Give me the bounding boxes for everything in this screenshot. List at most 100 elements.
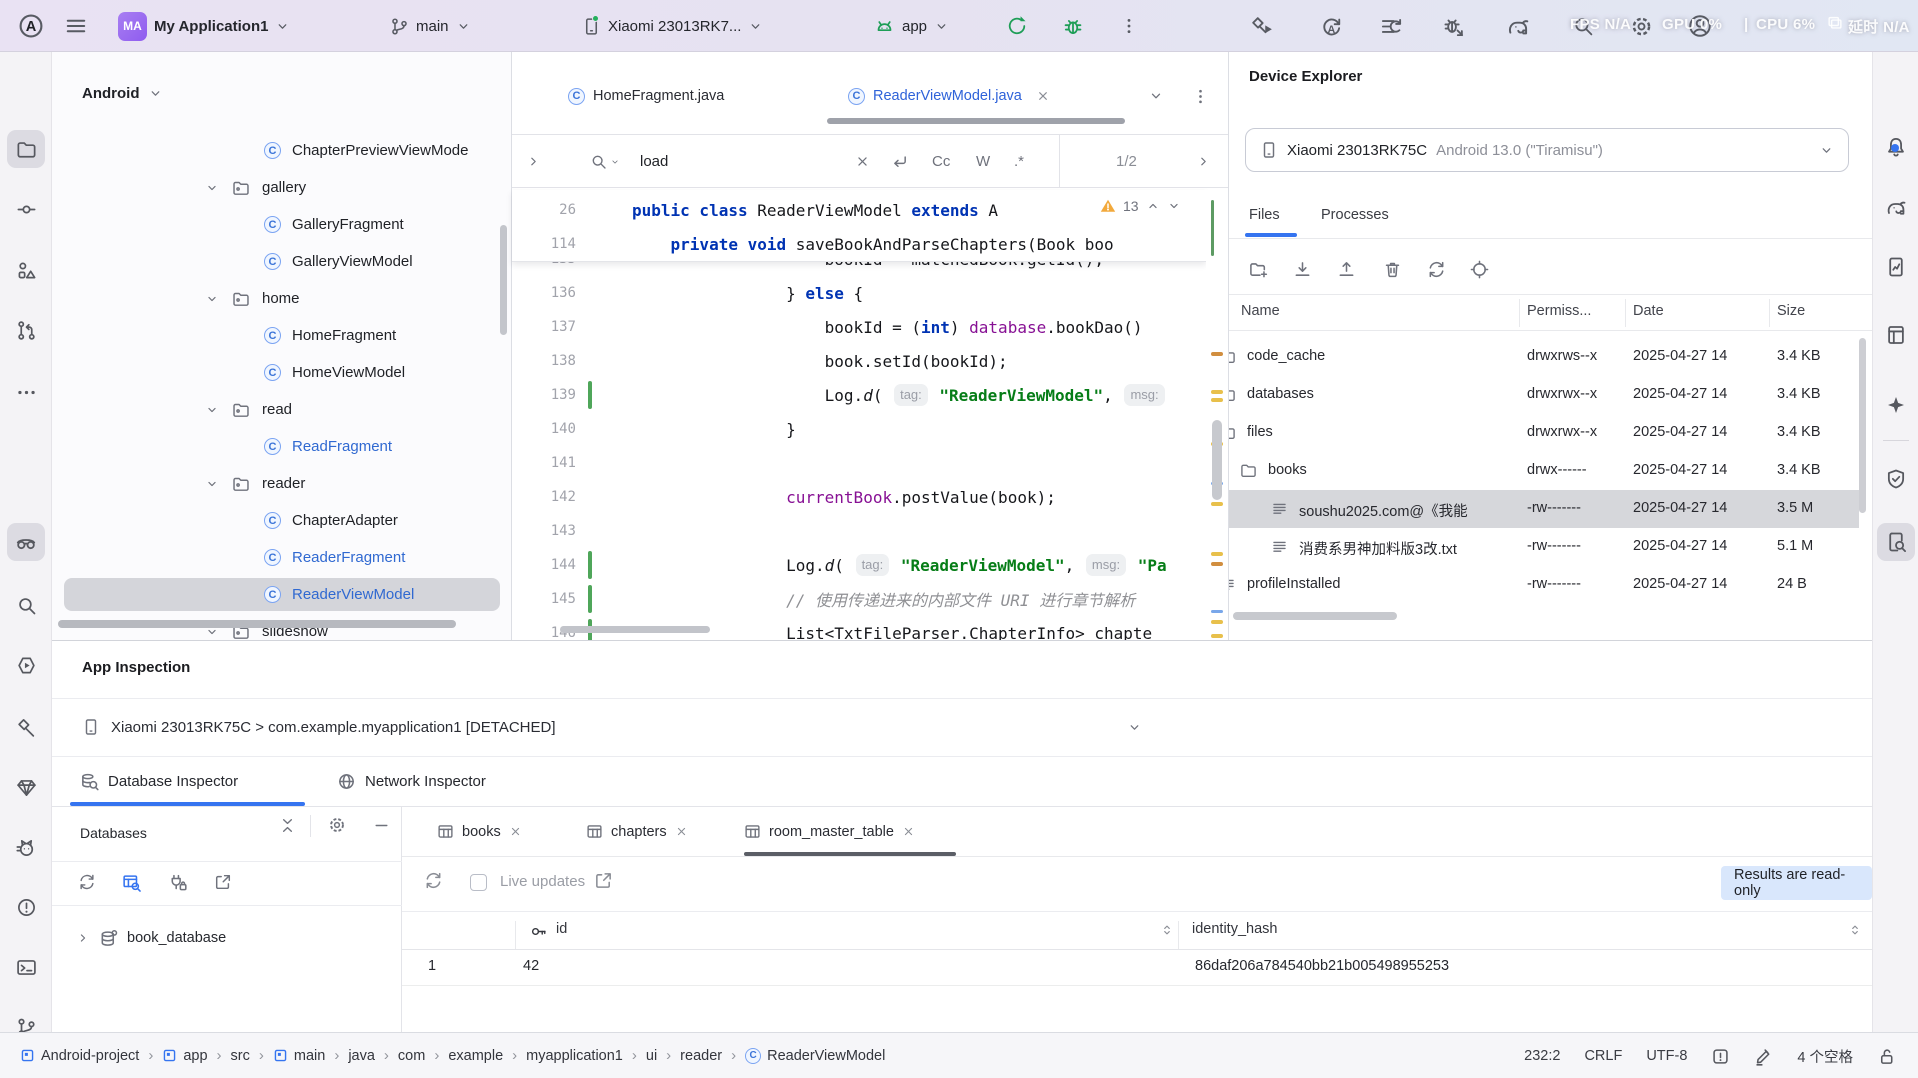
tree-item-readfragment[interactable]: CReadFragment [52,428,512,465]
find-expand-chevron[interactable] [526,135,541,188]
tree-item-readerfragment[interactable]: CReaderFragment [52,539,512,576]
find-next-button[interactable] [1196,135,1211,188]
sidebar-item-gradle[interactable] [1877,188,1915,226]
build-button[interactable] [1250,0,1273,52]
inspection-process-selector[interactable]: Xiaomi 23013RK75C > com.example.myapplic… [82,698,1142,756]
readonly-indicator-icon[interactable] [1711,1047,1730,1066]
tab-database-inspector[interactable]: Database Inspector [80,756,238,806]
keep-connections-button[interactable] [164,869,190,895]
export-button[interactable] [210,869,236,895]
next-problem-icon[interactable] [1167,199,1181,213]
sidebar-item-running-devices[interactable] [7,646,45,684]
column-permissions[interactable]: Permiss... [1527,303,1591,319]
breadcrumb-item-com[interactable]: com [398,1048,425,1064]
sort-icon[interactable] [1160,923,1174,937]
sort-icon[interactable] [1848,923,1862,937]
chevron-down-icon[interactable] [205,181,219,195]
prev-problem-icon[interactable] [1146,199,1160,213]
file-row-books[interactable]: booksdrwx------2025-04-27 143.4 KB [1229,452,1859,490]
main-menu-button[interactable] [64,0,88,52]
breadcrumb-item-src[interactable]: src [231,1048,250,1064]
hide-panel-button[interactable] [368,812,394,838]
sidebar-item-app-inspection[interactable] [7,523,45,561]
vcs-branch-widget[interactable]: main [390,0,471,52]
tree-item-chapterpreviewviewmode[interactable]: CChapterPreviewViewMode [52,132,512,169]
live-updates-checkbox[interactable] [470,874,487,891]
sidebar-item-device-explorer[interactable] [1877,523,1915,561]
sidebar-item-commit[interactable] [7,190,45,228]
grid-refresh-button[interactable] [424,871,443,890]
tree-item-galleryviewmodel[interactable]: CGalleryViewModel [52,243,512,280]
account-button[interactable] [1688,0,1712,52]
tree-item-gallery[interactable]: gallery [52,169,512,206]
tab-files[interactable]: Files [1249,195,1280,235]
more-run-actions-button[interactable] [1120,0,1138,52]
project-widget[interactable]: MA My Application1 [118,0,290,52]
notifications-button[interactable] [1877,128,1915,166]
close-icon[interactable] [675,825,688,838]
grid-export-button[interactable] [594,871,613,890]
breadcrumb-item-main[interactable]: main [273,1048,325,1064]
unlocked-icon[interactable] [1877,1047,1896,1066]
sidebar-item-find[interactable] [7,586,45,624]
find-regex-button[interactable]: .* [1014,135,1024,188]
grid-tab-chapters[interactable]: chapters [586,807,688,856]
sidebar-item-device-manager-right[interactable] [1877,248,1915,286]
sidebar-item-terminal[interactable] [7,948,45,986]
tree-item-galleryfragment[interactable]: CGalleryFragment [52,206,512,243]
column-size[interactable]: Size [1777,303,1805,319]
settings-button[interactable] [1630,0,1653,52]
project-horizontal-scrollbar[interactable] [58,620,456,628]
sidebar-item-more-tools[interactable] [7,373,45,411]
tree-item-chapteradapter[interactable]: CChapterAdapter [52,502,512,539]
breadcrumb-item-java[interactable]: java [348,1048,375,1064]
find-clear-button[interactable] [855,135,870,188]
device-explorer-device-selector[interactable]: Xiaomi 23013RK75C Android 13.0 ("Tiramis… [1245,128,1849,172]
breadcrumb-item-readerviewmodel[interactable]: CReaderViewModel [745,1048,885,1064]
column-date[interactable]: Date [1633,303,1664,319]
sidebar-item-play-policy[interactable] [1877,460,1915,498]
column-name[interactable]: Name [1241,303,1280,319]
tree-item-read[interactable]: read [52,391,512,428]
column-identity-hash[interactable]: identity_hash [1192,921,1277,937]
delete-button[interactable] [1377,254,1407,284]
project-vertical-scrollbar[interactable] [500,225,507,335]
file-row-code_cache[interactable]: code_cachedrwxrws--x2025-04-27 143.4 KB [1229,338,1859,376]
device-horizontal-scrollbar[interactable] [1233,612,1397,620]
find-multiline-toggle[interactable] [891,135,909,188]
editor-options-button[interactable] [1192,78,1209,114]
grid-row[interactable]: 1 42 86daf206a784540bb21b005498955253 [402,950,1872,985]
tab-network-inspector[interactable]: Network Inspector [337,756,486,806]
breadcrumb-item-myapplication1[interactable]: myapplication1 [526,1048,623,1064]
breadcrumb-item-ui[interactable]: ui [646,1048,657,1064]
caret-position[interactable]: 232:2 [1524,1048,1560,1064]
tree-item-home[interactable]: home [52,280,512,317]
breadcrumb-item-app[interactable]: app [162,1048,207,1064]
find-match-case-button[interactable]: Cc [932,135,950,188]
file-row-databases[interactable]: databasesdrwxrwx--x2025-04-27 143.4 KB [1229,376,1859,414]
grid-tab-books[interactable]: books [437,807,522,856]
file-row-files[interactable]: filesdrwxrwx--x2025-04-27 143.4 KB [1229,414,1859,452]
line-separator[interactable]: CRLF [1584,1048,1622,1064]
tabbar-scrollbar[interactable] [827,118,1125,124]
collapse-all-button[interactable] [274,812,300,838]
tab-readerviewmodel[interactable]: C ReaderViewModel.java [848,78,1050,114]
file-row-soushu2025.com@《我能[interactable]: soushu2025.com@《我能-rw-------2025-04-27 1… [1229,490,1859,528]
grid-tab-room-master-table[interactable]: room_master_table [744,807,915,856]
file-encoding[interactable]: UTF-8 [1646,1048,1687,1064]
run-query-button[interactable] [118,869,144,895]
db-refresh-button[interactable] [74,869,100,895]
sidebar-item-problems[interactable] [7,888,45,926]
database-tree-item[interactable]: book_database [76,919,226,957]
close-icon[interactable] [902,825,915,838]
breadcrumb-item-example[interactable]: example [448,1048,503,1064]
indent-style[interactable]: 4 个空格 [1797,1046,1853,1067]
apply-changes-button[interactable]: A [1320,0,1343,52]
gradle-sync-button[interactable] [1506,0,1530,52]
chevron-down-icon[interactable] [205,403,219,417]
sidebar-item-gemini[interactable] [1877,386,1915,424]
sidebar-item-pull-requests[interactable] [7,311,45,349]
device-selector[interactable]: Xiaomi 23013RK7... [582,0,763,52]
rerun-button[interactable] [1006,0,1028,52]
highlighting-level-icon[interactable] [1754,1047,1773,1066]
